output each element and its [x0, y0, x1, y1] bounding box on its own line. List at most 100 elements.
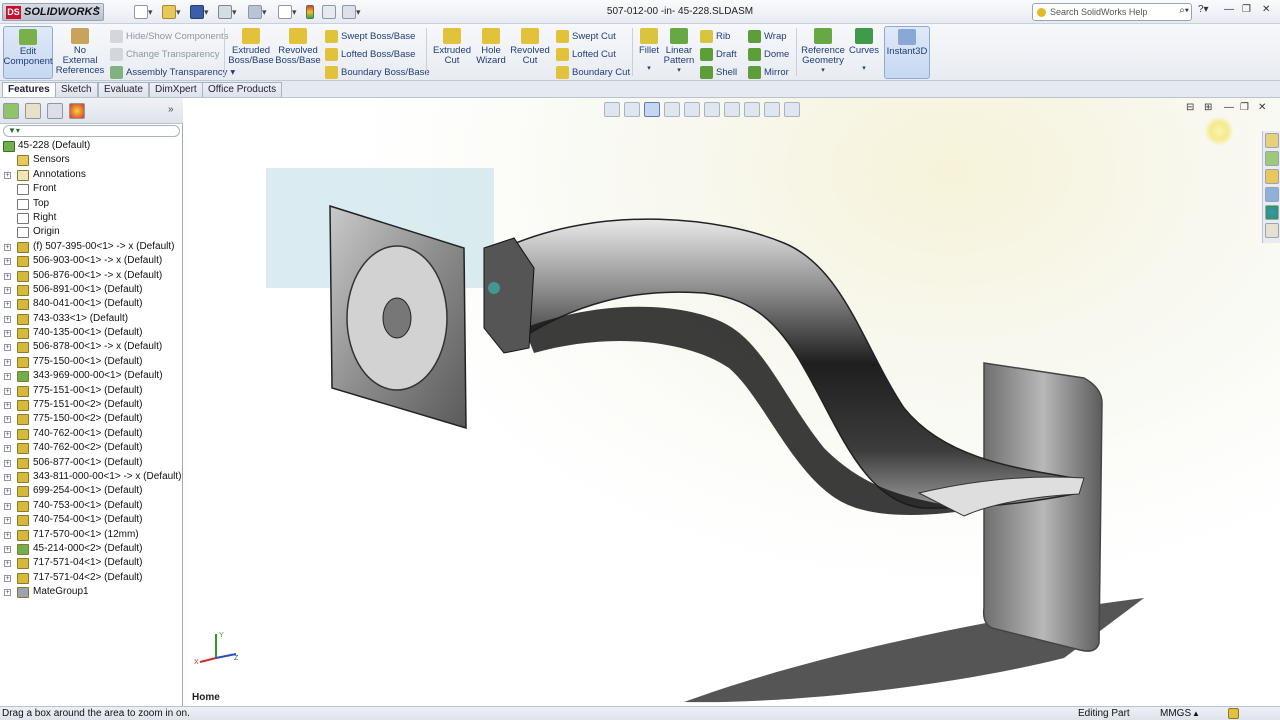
hole-wizard-button[interactable]: Hole Wizard [474, 26, 508, 79]
expand-toggle-icon[interactable]: + [4, 258, 11, 266]
expand-panel-icon[interactable]: » [168, 104, 174, 115]
tree-item[interactable]: Sensors [0, 153, 183, 167]
expand-toggle-icon[interactable]: + [4, 459, 11, 467]
tree-item[interactable]: + (f) 507-395-00<1> -> x (Default) [0, 240, 183, 254]
appearances-icon[interactable] [1264, 205, 1279, 220]
instant3d-button[interactable]: Instant3D [884, 26, 930, 79]
linear-pattern-button[interactable]: Linear Pattern ▾ [662, 26, 696, 79]
boundary-cut-button[interactable]: Boundary Cut [556, 64, 630, 80]
tree-item[interactable]: +775-150-00<1> (Default) [0, 355, 183, 369]
save-button[interactable]: ▾ [190, 4, 209, 20]
revolved-boss-button[interactable]: Revolved Boss/Base [275, 26, 321, 79]
tab-evaluate[interactable]: Evaluate [98, 82, 149, 97]
hide-show-components-button[interactable]: Hide/Show Components [110, 28, 228, 44]
tree-item[interactable]: Front [0, 182, 183, 196]
expand-toggle-icon[interactable]: + [4, 330, 11, 338]
edit-component-button[interactable]: Edit Component [3, 26, 53, 79]
tree-item[interactable]: +775-151-00<1> (Default) [0, 384, 183, 398]
open-button[interactable]: ▾ [162, 4, 181, 20]
revolved-cut-button[interactable]: Revolved Cut [510, 26, 550, 79]
shell-button[interactable]: Shell [700, 64, 737, 80]
search-box[interactable]: Search SolidWorks Help ⌕▾ [1032, 3, 1192, 21]
tree-item[interactable]: + MateGroup1 [0, 585, 183, 599]
swept-cut-button[interactable]: Swept Cut [556, 28, 616, 44]
curves-button[interactable]: Curves ▾ [848, 26, 880, 79]
expand-toggle-icon[interactable]: + [4, 358, 11, 366]
property-manager-tab-icon[interactable] [25, 103, 41, 119]
expand-toggle-icon[interactable]: + [4, 560, 11, 568]
configuration-manager-tab-icon[interactable] [47, 103, 63, 119]
tab-dimxpert[interactable]: DimXpert [149, 82, 203, 97]
solidworks-menu-button[interactable]: DS SOLIDWORKS [2, 3, 104, 21]
expand-toggle-icon[interactable]: + [4, 243, 11, 251]
tree-item[interactable]: +506-876-00<1> -> x (Default) [0, 269, 183, 283]
tree-item[interactable]: Top [0, 197, 183, 211]
tree-item[interactable]: Right [0, 211, 183, 225]
tab-sketch[interactable]: Sketch [55, 82, 98, 97]
file-properties-button[interactable] [322, 4, 336, 20]
expand-toggle-icon[interactable]: + [4, 272, 11, 280]
close-button[interactable]: ✕ [1262, 4, 1270, 15]
lofted-boss-button[interactable]: Lofted Boss/Base [325, 46, 415, 62]
tree-item[interactable]: +775-150-00<2> (Default) [0, 412, 183, 426]
units-dropdown-icon[interactable]: ▲ [1192, 707, 1200, 720]
file-explorer-icon[interactable] [1264, 169, 1279, 184]
tab-office-products[interactable]: Office Products [202, 82, 283, 97]
expand-toggle-icon[interactable]: + [4, 171, 11, 179]
curves-dropdown-icon[interactable]: ▾ [862, 64, 866, 74]
tree-item[interactable]: +506-891-00<1> (Default) [0, 283, 183, 297]
refgeom-dropdown-icon[interactable]: ▾ [821, 66, 825, 76]
draft-button[interactable]: Draft [700, 46, 737, 62]
rebuild-status-icon[interactable] [1228, 708, 1239, 719]
no-external-references-button[interactable]: No External References [56, 26, 104, 79]
tree-item[interactable]: +840-041-00<1> (Default) [0, 297, 183, 311]
fillet-dropdown-icon[interactable]: ▾ [647, 64, 651, 74]
change-transparency-button[interactable]: Change Transparency [110, 46, 219, 62]
expand-toggle-icon[interactable]: + [4, 387, 11, 395]
expand-toggle-icon[interactable]: + [4, 416, 11, 424]
tree-item[interactable]: +717-570-00<1> (12mm) [0, 528, 183, 542]
tree-item[interactable]: + Annotations [0, 168, 183, 182]
minimize-button[interactable]: — [1224, 4, 1234, 15]
fillet-button[interactable]: Fillet ▾ [636, 26, 662, 79]
lofted-cut-button[interactable]: Lofted Cut [556, 46, 616, 62]
tree-item[interactable]: +343-969-000-00<1> (Default) [0, 369, 183, 383]
feature-tree-tab-icon[interactable] [3, 103, 19, 119]
expand-toggle-icon[interactable]: + [4, 402, 11, 410]
tree-item[interactable]: +45-214-000<2> (Default) [0, 542, 183, 556]
custom-properties-icon[interactable] [1264, 223, 1279, 238]
extruded-boss-button[interactable]: Extruded Boss/Base [228, 26, 274, 79]
rebuild-button[interactable] [306, 4, 314, 20]
tree-filter[interactable]: ▼▾ [3, 125, 180, 137]
reference-geometry-button[interactable]: Reference Geometry ▾ [800, 26, 846, 79]
pattern-dropdown-icon[interactable]: ▾ [677, 66, 681, 76]
expand-toggle-icon[interactable]: + [4, 344, 11, 352]
units-selector[interactable]: MMGS [1160, 707, 1191, 720]
mirror-button[interactable]: Mirror [748, 64, 789, 80]
tree-item[interactable]: +740-762-00<1> (Default) [0, 427, 183, 441]
tree-root-assembly[interactable]: 45-228 (Default) [0, 139, 183, 153]
menu-arrow-icon[interactable]: ▸ [96, 3, 100, 12]
help-icon[interactable]: ?▾ [1198, 4, 1209, 15]
boundary-boss-button[interactable]: Boundary Boss/Base [325, 64, 430, 80]
swept-boss-button[interactable]: Swept Boss/Base [325, 28, 415, 44]
tree-item[interactable]: +506-877-00<1> (Default) [0, 456, 183, 470]
expand-toggle-icon[interactable]: + [4, 574, 11, 582]
tree-item[interactable]: +506-878-00<1> -> x (Default) [0, 340, 183, 354]
tree-item[interactable]: +699-254-00<1> (Default) [0, 484, 183, 498]
expand-toggle-icon[interactable]: + [4, 517, 11, 525]
expand-toggle-icon[interactable]: + [4, 315, 11, 323]
design-library-icon[interactable] [1264, 151, 1279, 166]
dome-button[interactable]: Dome [748, 46, 789, 62]
tree-item[interactable]: +740-753-00<1> (Default) [0, 499, 183, 513]
expand-toggle-icon[interactable]: + [4, 430, 11, 438]
expand-toggle-icon[interactable]: + [4, 502, 11, 510]
tree-item[interactable]: +740-135-00<1> (Default) [0, 326, 183, 340]
expand-toggle-icon[interactable]: + [4, 488, 11, 496]
tree-item[interactable]: +717-571-04<1> (Default) [0, 556, 183, 570]
expand-toggle-icon[interactable]: + [4, 589, 11, 597]
expand-toggle-icon[interactable]: + [4, 301, 11, 309]
expand-toggle-icon[interactable]: + [4, 531, 11, 539]
extruded-cut-button[interactable]: Extruded Cut [430, 26, 474, 79]
new-document-button[interactable]: ▾ [134, 4, 153, 20]
